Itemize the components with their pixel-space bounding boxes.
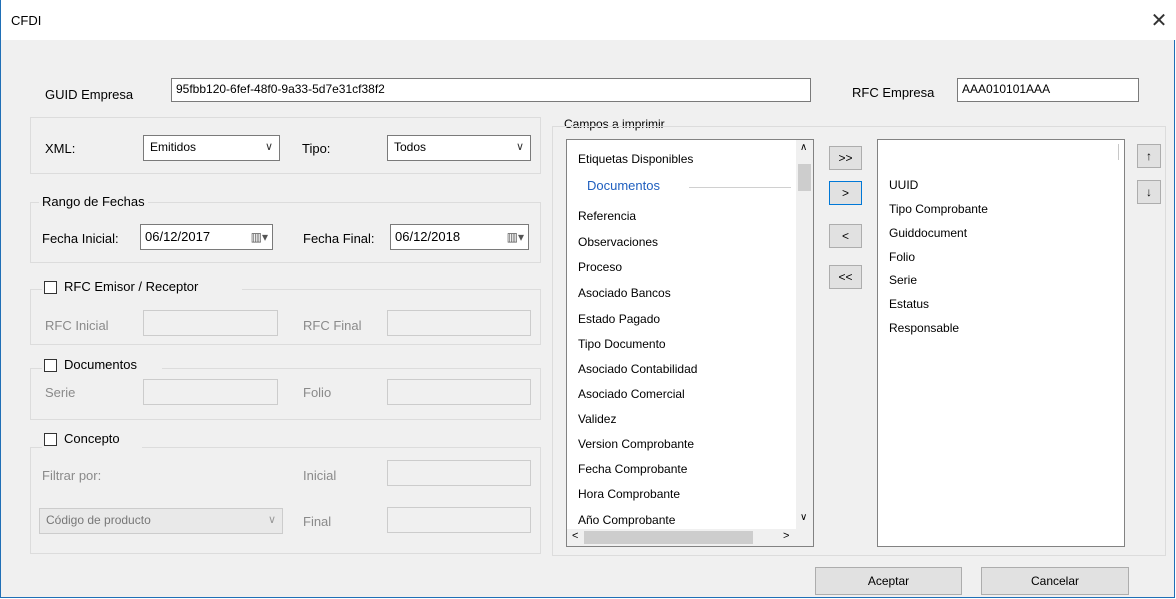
rfc-empresa-field[interactable]: AAA010101AAA <box>957 78 1139 102</box>
chevron-down-icon: ∨ <box>267 514 276 526</box>
rfc-inicial-field[interactable] <box>143 310 278 336</box>
concepto-inicial-field[interactable] <box>387 460 531 486</box>
chevron-down-icon[interactable]: ∨ <box>800 512 807 523</box>
xml-label: XML: <box>45 141 76 156</box>
move-down-button[interactable]: ↓ <box>1137 180 1161 204</box>
concepto-checkbox[interactable] <box>44 433 57 446</box>
concepto-final-label: Final <box>303 514 332 529</box>
list-divider <box>1118 144 1119 160</box>
arrow-down-icon: ↓ <box>1146 185 1152 199</box>
list-item[interactable]: Version Comprobante <box>578 437 694 451</box>
fecha-inicial-label: Fecha Inicial: <box>42 231 119 246</box>
chevron-down-icon: ∨ <box>264 141 273 153</box>
available-group-header: Documentos <box>587 178 660 193</box>
vertical-scrollbar[interactable]: ∧ ∨ <box>796 140 813 529</box>
horizontal-scrollbar[interactable]: < > <box>567 529 796 546</box>
list-item[interactable]: Tipo Documento <box>578 337 666 351</box>
folio-field[interactable] <box>387 379 531 405</box>
list-item[interactable]: Hora Comprobante <box>578 487 680 501</box>
fecha-inicial-value: 06/12/2017 <box>145 229 211 244</box>
list-item[interactable]: Asociado Contabilidad <box>578 362 697 376</box>
arrow-up-icon: ↑ <box>1146 149 1152 163</box>
scroll-corner <box>796 529 813 546</box>
xml-select-value: Emitidos <box>150 140 197 154</box>
rfc-checkbox[interactable] <box>44 281 57 294</box>
move-up-button[interactable]: ↑ <box>1137 144 1161 168</box>
list-item[interactable]: Tipo Comprobante <box>889 202 988 216</box>
cfdi-dialog: CFDI ✕ GUID Empresa 95fbb120-6fef-48f0-9… <box>0 0 1176 598</box>
chevron-up-icon[interactable]: ∧ <box>800 142 807 153</box>
scrollbar-thumb[interactable] <box>798 164 811 191</box>
concepto-final-field[interactable] <box>387 507 531 533</box>
chevron-down-icon: ∨ <box>515 141 524 153</box>
concepto-group-header: Concepto <box>42 431 142 449</box>
filtrar-select-value: Código de producto <box>46 513 151 527</box>
list-item[interactable]: Referencia <box>578 209 636 223</box>
rfc-inicial-label: RFC Inicial <box>45 318 109 333</box>
list-item[interactable]: UUID <box>889 178 918 192</box>
accept-button[interactable]: Aceptar <box>815 567 962 595</box>
documentos-checkbox[interactable] <box>44 359 57 372</box>
list-item[interactable]: Asociado Bancos <box>578 286 671 300</box>
list-item[interactable]: Observaciones <box>578 235 658 249</box>
tipo-label: Tipo: <box>302 141 331 156</box>
rfc-final-field[interactable] <box>387 310 531 336</box>
list-item[interactable]: Guiddocument <box>889 226 967 240</box>
calendar-icon[interactable]: ▥▾ <box>251 230 268 244</box>
list-item[interactable]: Serie <box>889 273 917 287</box>
list-item[interactable]: Folio <box>889 250 915 264</box>
serie-field[interactable] <box>143 379 278 405</box>
selected-fields-list[interactable]: UUID Tipo Comprobante Guiddocument Folio… <box>877 139 1125 547</box>
guid-label: GUID Empresa <box>45 87 134 102</box>
add-button[interactable]: > <box>829 181 862 205</box>
list-item[interactable]: Fecha Comprobante <box>578 462 687 476</box>
rfc-empresa-label: RFC Empresa <box>852 85 935 100</box>
documentos-group-title: Documentos <box>64 357 137 372</box>
list-item[interactable]: Estado Pagado <box>578 312 660 326</box>
fecha-final-label: Fecha Final: <box>303 231 375 246</box>
list-item[interactable]: Proceso <box>578 260 622 274</box>
filtrar-label: Filtrar por: <box>42 468 102 483</box>
cancel-button[interactable]: Cancelar <box>981 567 1129 595</box>
calendar-icon[interactable]: ▥▾ <box>507 230 524 244</box>
folio-label: Folio <box>303 385 332 400</box>
rfc-final-label: RFC Final <box>303 318 362 333</box>
available-header: Etiquetas Disponibles <box>578 152 694 166</box>
tipo-select[interactable]: Todos ∨ <box>387 135 531 161</box>
fecha-final-value: 06/12/2018 <box>395 229 461 244</box>
fecha-final-picker[interactable]: 06/12/2018 ▥▾ <box>390 224 529 250</box>
chevron-left-icon[interactable]: < <box>572 530 578 542</box>
concepto-inicial-label: Inicial <box>303 468 337 483</box>
chevron-right-icon[interactable]: > <box>783 530 789 542</box>
group-divider <box>689 187 791 188</box>
date-range-title: Rango de Fechas <box>39 194 148 209</box>
remove-all-button[interactable]: << <box>829 265 862 289</box>
documentos-group-header: Documentos <box>42 357 162 375</box>
list-item[interactable]: Año Comprobante <box>578 513 675 527</box>
available-fields-list[interactable]: Etiquetas Disponibles Documentos Referen… <box>566 139 814 547</box>
list-item[interactable]: Responsable <box>889 321 959 335</box>
rfc-group-title: RFC Emisor / Receptor <box>64 279 199 294</box>
window-title: CFDI <box>11 13 42 28</box>
concepto-group-title: Concepto <box>64 431 120 446</box>
list-item[interactable]: Asociado Comercial <box>578 387 685 401</box>
title-bar: CFDI ✕ <box>1 0 1176 40</box>
tipo-select-value: Todos <box>394 140 427 154</box>
rfc-group-header: RFC Emisor / Receptor <box>42 279 242 297</box>
xml-select[interactable]: Emitidos ∨ <box>143 135 280 161</box>
guid-field[interactable]: 95fbb120-6fef-48f0-9a33-5d7e31cf38f2 <box>171 78 811 102</box>
serie-label: Serie <box>45 385 76 400</box>
list-item[interactable]: Validez <box>578 412 616 426</box>
list-item[interactable]: Estatus <box>889 297 929 311</box>
filtrar-select[interactable]: Código de producto ∨ <box>39 508 283 534</box>
fecha-inicial-picker[interactable]: 06/12/2017 ▥▾ <box>140 224 273 250</box>
scrollbar-thumb[interactable] <box>584 531 753 544</box>
add-all-button[interactable]: >> <box>829 146 862 170</box>
close-icon[interactable]: ✕ <box>1147 8 1171 33</box>
remove-button[interactable]: < <box>829 224 862 248</box>
